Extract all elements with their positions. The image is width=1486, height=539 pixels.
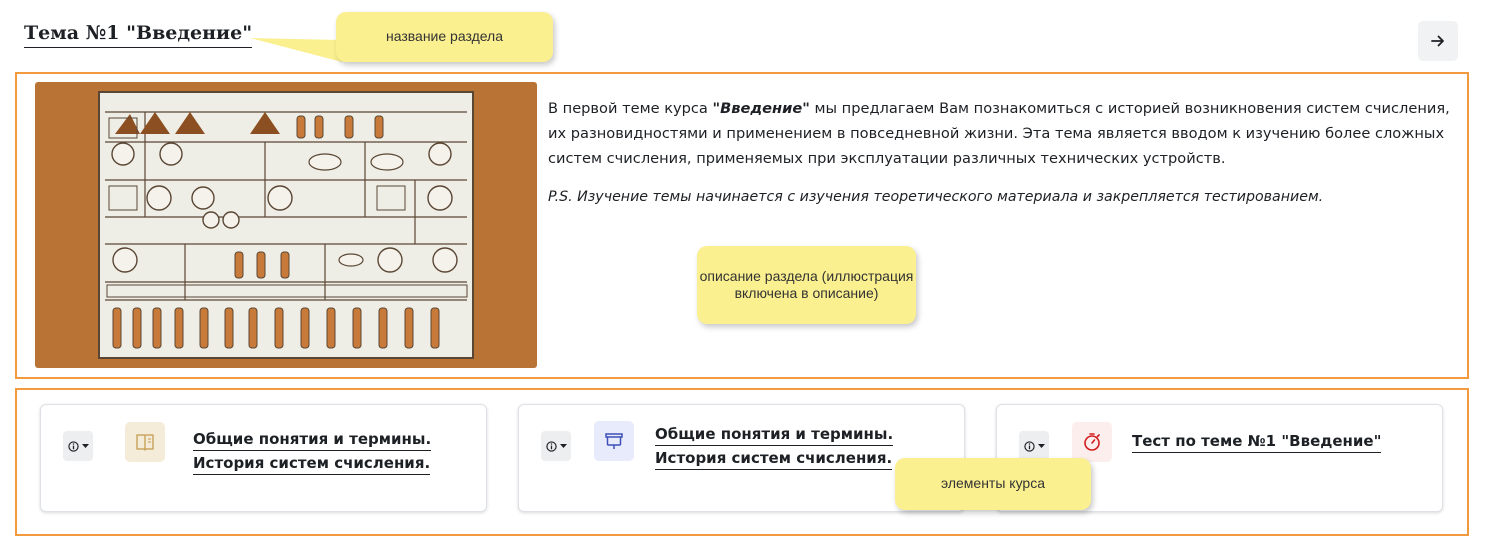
annotation-section-name: название раздела	[336, 12, 553, 62]
stopwatch-icon	[1072, 422, 1112, 462]
activity-info-button[interactable]	[63, 431, 93, 461]
activity-title-line[interactable]: История систем счисления.	[655, 447, 893, 470]
next-section-button[interactable]	[1418, 21, 1458, 61]
section-description-text: В первой теме курса "Введение" мы предла…	[548, 96, 1460, 210]
caret-down-icon	[1037, 443, 1045, 448]
presentation-icon	[594, 421, 634, 461]
info-circle-icon	[67, 440, 79, 452]
activity-info-button[interactable]	[1019, 431, 1049, 461]
section-illustration	[35, 82, 537, 368]
numeral-systems-illustration	[98, 91, 474, 359]
caret-down-icon	[559, 443, 567, 448]
description-paragraph: В первой теме курса "Введение" мы предла…	[548, 96, 1460, 171]
activity-title-line[interactable]: Общие понятия и термины.	[193, 428, 432, 451]
section-description: В первой теме курса "Введение" мы предла…	[15, 72, 1469, 379]
annotation-section-description: описание раздела (иллюстрация включена в…	[697, 246, 916, 324]
note-pointer	[250, 38, 342, 62]
activity-title-link[interactable]: Общие понятия и термины. История систем …	[193, 427, 432, 475]
activity-info-button[interactable]	[541, 431, 571, 461]
caret-down-icon	[81, 443, 89, 448]
info-circle-icon	[1023, 440, 1035, 452]
activity-title-link[interactable]: Общие понятия и термины. История систем …	[655, 422, 894, 470]
description-lead: В первой теме курса	[548, 100, 713, 117]
activity-title-line[interactable]: Общие понятия и термины.	[655, 423, 894, 446]
section-title: Тема №1 "Введение"	[24, 22, 253, 48]
activity-title-line[interactable]: История систем счисления.	[193, 452, 431, 475]
arrow-right-icon	[1431, 35, 1444, 47]
info-circle-icon	[545, 440, 557, 452]
description-course-name: "Введение"	[712, 100, 810, 117]
annotation-course-elements: элементы курса	[895, 458, 1091, 510]
book-icon	[125, 422, 165, 462]
activity-card-book: Общие понятия и термины. История систем …	[40, 404, 487, 512]
activity-title-link[interactable]: Тест по теме №1 "Введение"	[1132, 429, 1382, 453]
description-ps: P.S. Изучение темы начинается с изучения…	[548, 189, 1324, 205]
activity-title-line[interactable]: Тест по теме №1 "Введение"	[1132, 430, 1382, 453]
